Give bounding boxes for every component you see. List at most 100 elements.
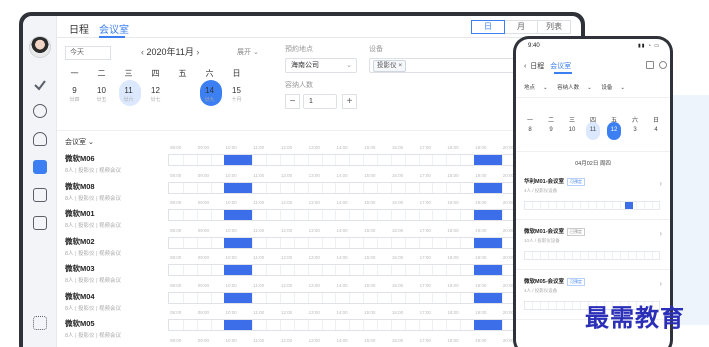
booked-slot[interactable]: [474, 237, 502, 248]
phone-slot-bar[interactable]: [524, 251, 660, 260]
avatar[interactable]: [29, 36, 51, 58]
contacts-icon[interactable]: [33, 132, 47, 146]
tab-schedule[interactable]: 日程: [69, 21, 89, 36]
screenshot-stage: 日程 会议室 日 月 列表 今天 ‹ 2020年11月 › 展开 ⌄ 一 二 三…: [0, 0, 709, 347]
view-day-button[interactable]: 日: [471, 20, 505, 34]
slot-time-label: 14:00: [336, 172, 348, 178]
more-icon[interactable]: [659, 61, 667, 69]
room-filter-dropdown[interactable]: 会议室 ⌄: [65, 137, 94, 147]
booked-slot[interactable]: [224, 320, 253, 330]
phone-filter-equipment[interactable]: 设备 ⌄: [601, 85, 625, 91]
booked-slot[interactable]: [474, 265, 502, 275]
slot-gridline: [349, 320, 351, 330]
room-row[interactable]: 微软M04 8人 | 投影仪 | 视频会议: [65, 291, 121, 312]
next-month-icon[interactable]: ›: [196, 47, 199, 57]
booked-slot[interactable]: [474, 292, 502, 303]
booked-slot[interactable]: [224, 155, 253, 165]
check-icon[interactable]: [33, 78, 47, 92]
booked-slot[interactable]: [474, 320, 502, 330]
slot-time-label: 12:00: [280, 337, 293, 343]
smile-icon[interactable]: [33, 104, 47, 118]
phone-day-number[interactable]: 12: [606, 127, 622, 133]
phone-weekday-label: 二: [547, 118, 554, 124]
apps-grid-icon[interactable]: [33, 316, 47, 330]
region-value: 海南公司: [291, 62, 319, 69]
booked-slot[interactable]: [224, 265, 253, 275]
phone-tab-meeting-room[interactable]: 会议室: [550, 63, 571, 70]
room-row[interactable]: 微软M05 8人 | 投影仪 | 视频会议: [65, 318, 121, 339]
day-number-selected[interactable]: 13: [169, 86, 196, 95]
room-row[interactable]: 微软M03 8人 | 投影仪 | 视频会议: [65, 263, 121, 284]
view-month-button[interactable]: 月: [504, 20, 538, 34]
prev-month-icon[interactable]: ‹: [141, 47, 144, 57]
day-number[interactable]: 11: [115, 86, 142, 95]
calendar-icon[interactable]: [646, 61, 654, 69]
booked-slot[interactable]: [224, 292, 253, 303]
day-number[interactable]: 10: [88, 86, 115, 95]
cast-icon[interactable]: [33, 216, 47, 230]
slot-time-label: 09:00: [197, 282, 209, 288]
booked-slot[interactable]: [474, 155, 502, 165]
day-number[interactable]: 15: [223, 86, 250, 95]
day-number[interactable]: 14: [196, 86, 223, 95]
back-icon[interactable]: ‹: [524, 63, 526, 70]
booked-slot[interactable]: [474, 182, 502, 193]
slot-time-label: 10:00: [225, 337, 237, 343]
phone-day-number[interactable]: 3: [627, 127, 643, 133]
chevron-right-icon[interactable]: ›: [659, 229, 662, 238]
chevron-right-icon[interactable]: ›: [659, 279, 662, 288]
document-icon[interactable]: [33, 188, 47, 202]
phone-weekday-label: 六: [631, 118, 638, 124]
close-icon[interactable]: ×: [398, 62, 402, 69]
phone-slot-bar[interactable]: [524, 201, 660, 210]
slot-gridline: [210, 155, 212, 165]
today-button[interactable]: 今天: [65, 46, 111, 60]
room-row[interactable]: 微软M02 8人 | 投影仪 | 视频会议: [65, 236, 121, 257]
capacity-input[interactable]: 1: [303, 94, 337, 109]
room-row[interactable]: 微软M08 8人 | 投影仪 | 视频会议: [65, 181, 121, 202]
lunar-label: 廿八: [177, 97, 188, 103]
expand-button[interactable]: 展开 ⌄: [237, 47, 259, 57]
equipment-chip[interactable]: 投影仪 ×: [373, 60, 407, 72]
status-signal-icon: ▮▮ ◔ ▭: [637, 43, 660, 49]
room-row[interactable]: 微软M06 8人 | 投影仪 | 视频会议: [65, 153, 121, 174]
day-number[interactable]: 12: [142, 86, 169, 95]
slot-time-label: 11:00: [253, 310, 265, 315]
phone-day-number[interactable]: 8: [522, 127, 538, 133]
phone-day-number[interactable]: 9: [543, 127, 559, 133]
calendar-icon[interactable]: [33, 160, 47, 174]
view-list-button[interactable]: 列表: [537, 20, 571, 34]
tab-meeting-room[interactable]: 会议室: [99, 21, 129, 36]
booked-slot[interactable]: [224, 182, 253, 193]
phone-room-item[interactable]: 微软M01-会议室 已预定 10人 / 投影仪设备: [524, 227, 586, 244]
phone-day-number[interactable]: 11: [585, 127, 601, 133]
slot-time-label: 15:00: [364, 200, 376, 205]
minus-button[interactable]: −: [285, 94, 300, 109]
region-select[interactable]: 海南公司 ⌄: [285, 58, 357, 73]
room-row[interactable]: 微软M01 8人 | 投影仪 | 视频会议: [65, 208, 121, 229]
booked-slot[interactable]: [224, 237, 253, 248]
slot-gridline: [363, 265, 365, 275]
booked-slot[interactable]: [224, 210, 253, 220]
phone-filter-capacity[interactable]: 容纳人数 ⌄: [557, 85, 592, 91]
phone-room-item[interactable]: 微软M05-会议室 可预定 4人 / 投影仪设备: [524, 277, 586, 294]
slot-time-label: 18:00: [447, 227, 459, 233]
chevron-right-icon[interactable]: ›: [659, 179, 662, 188]
phone-filter-location[interactable]: 地点 ⌄: [524, 85, 548, 91]
booked-slot[interactable]: [474, 210, 502, 220]
phone-room-details: 4人 / 投影仪设备: [524, 288, 558, 293]
room-details: 8人 | 投影仪 | 视频会议: [65, 278, 122, 284]
phone-room-item[interactable]: 华利M01-会议室 可预定 4人 / 投影仪设备: [524, 177, 586, 194]
slot-time-label: 19:00: [475, 337, 487, 343]
phone-day-number[interactable]: 10: [564, 127, 580, 133]
slot-gridline: [446, 237, 448, 248]
day-number[interactable]: 9: [61, 86, 88, 95]
phone-tab-schedule[interactable]: 日程: [530, 63, 544, 70]
phone-day-number[interactable]: 4: [648, 127, 664, 133]
status-badge: 可预定: [567, 278, 586, 286]
slot-time-label: 14:00: [336, 337, 348, 343]
slot-gridline: [418, 265, 420, 275]
slot-time-label: 16:00: [391, 337, 404, 343]
plus-button[interactable]: +: [342, 94, 357, 109]
booked-slot[interactable]: [625, 202, 633, 209]
